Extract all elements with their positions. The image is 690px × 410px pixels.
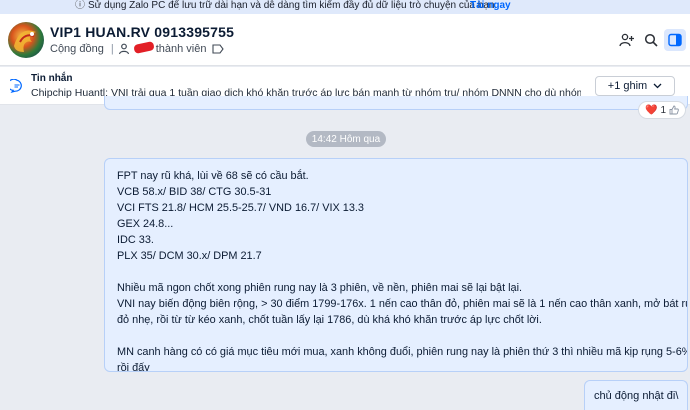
previous-message-bubble [104,96,688,110]
like-icon[interactable] [669,105,679,115]
message-line: VCI FTS 21.8/ HCM 25.5-25.7/ VND 16.7/ V… [117,202,364,214]
search-button[interactable] [640,29,662,51]
group-title[interactable]: VIP1 HUAN.RV 0913395755 [50,24,234,40]
side-panel-icon [668,33,682,47]
message-spacer [117,328,675,344]
toggle-panel-button[interactable] [664,29,686,51]
search-icon [644,33,658,47]
message-spacer [117,264,675,280]
add-group-member-icon [619,33,634,47]
group-subtitle: Cộng đồng | thành viên [50,40,225,55]
member-icon [118,43,129,55]
banner-text: Sử dụng Zalo PC để lưu trữ dài hạn và dễ… [88,0,498,11]
download-banner: ⓘ Sử dụng Zalo PC để lưu trữ dài hạn và … [0,0,690,14]
chevron-down-icon [653,83,662,89]
message-line: VNI nay biến động biên rộng, > 30 điểm 1… [117,298,688,310]
message-line: đỏ nhẹ, rồi từ từ kéo xanh, chốt tuần lấ… [117,314,542,326]
own-message-bubble[interactable]: chủ động nhật đi\ [584,380,688,410]
time-divider: 14:42 Hôm qua [306,131,386,147]
group-avatar[interactable] [8,22,44,58]
download-now-link[interactable]: Tải ngay [470,0,511,11]
community-label: Cộng đồng [50,43,104,55]
message-line: PLX 35/ DCM 30.x/ DPM 21.7 [117,250,262,262]
members-label[interactable]: thành viên [156,43,207,55]
message-line: rồi đấy [117,362,150,372]
tag-icon[interactable] [212,44,225,54]
message-icon [10,79,22,93]
redaction-mark [132,40,155,54]
separator: | [110,43,114,55]
more-pins-label: +1 ghim [607,80,648,92]
chat-header: VIP1 HUAN.RV 0913395755 Cộng đồng | thàn… [0,14,690,66]
own-message-text: chủ động nhật đi\ [594,390,679,402]
message-line: GEX 24.8... [117,218,174,230]
more-pins-button[interactable]: +1 ghim [595,76,675,96]
add-member-button[interactable] [616,29,638,51]
reaction-count: 1 [660,104,666,116]
message-line: VCB 58.x/ BID 38/ CTG 30.5-31 [117,186,272,198]
message-line: Nhiều mã ngon chốt xong phiên rung nay l… [117,282,523,294]
message-line: MN canh hàng có có giá mục tiêu mới mua,… [117,346,688,358]
heart-reaction-icon: ❤️ [644,104,658,116]
reaction-badge[interactable]: ❤️ 1 [638,101,686,119]
message-line: FPT nay rũ khá, lùi về 68 sẽ có cầu bắt. [117,170,309,182]
pinned-title: Tin nhắn [31,73,73,84]
message-line: IDC 33. [117,234,154,246]
info-icon: ⓘ [75,0,85,11]
message-bubble[interactable]: FPT nay rũ khá, lùi về 68 sẽ có cầu bắt.… [104,158,688,372]
